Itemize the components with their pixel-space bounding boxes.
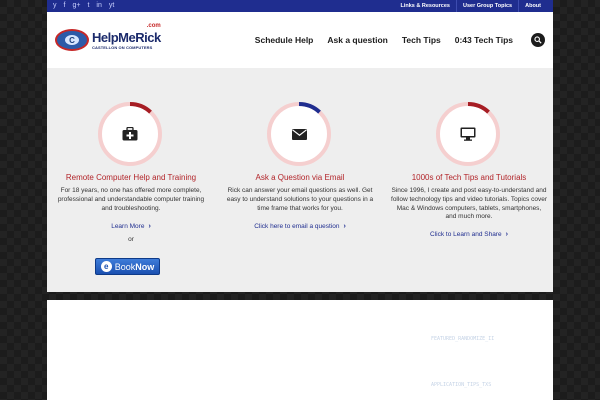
service-title: Ask a Question via Email [255, 173, 345, 182]
top-link-user-group[interactable]: User Group Topics [456, 0, 518, 12]
nav-ask-question[interactable]: Ask a question [327, 35, 387, 45]
chevron-right-icon: › [148, 223, 151, 230]
search-button[interactable] [531, 33, 545, 47]
top-bar: y f g+ t in yt Links & Resources User Gr… [47, 0, 553, 12]
top-link-resources[interactable]: Links & Resources [394, 0, 456, 12]
learn-more-link[interactable]: Learn More › [47, 223, 215, 230]
nav-043-tech-tips[interactable]: 0:43 Tech Tips [455, 35, 513, 45]
logo-badge-icon: C [55, 29, 89, 51]
site-header: C .com HelpMeRick CASTELLON ON COMPUTERS… [47, 12, 553, 68]
logo-tagline: CASTELLON ON COMPUTERS [92, 45, 153, 50]
youtube-icon[interactable]: y [53, 0, 57, 12]
service-title: 1000s of Tech Tips and Tutorials [411, 173, 527, 182]
tumblr-icon[interactable]: t [87, 0, 89, 12]
application-tag: APPLICATION_TIPS_TXS [431, 382, 492, 388]
top-links: Links & Resources User Group Topics Abou… [394, 0, 547, 12]
service-description: Rick can answer your email questions as … [226, 187, 374, 212]
learn-and-share-link[interactable]: Click to Learn and Share › [385, 231, 553, 238]
google-plus-icon[interactable]: g+ [72, 0, 80, 12]
social-links: y f g+ t in yt [53, 0, 114, 12]
featured-panel: FEATURED_RANDOMIZE_II APPLICATION_TIPS_T… [47, 300, 553, 400]
logo-name: HelpMeRick [92, 30, 161, 45]
nav-tech-tips[interactable]: Tech Tips [402, 35, 441, 45]
youtube-channel-icon[interactable]: yt [109, 0, 114, 12]
service-title: Remote Computer Help and Training [65, 173, 197, 182]
chevron-right-icon: › [505, 231, 508, 238]
top-link-about[interactable]: About [518, 0, 547, 12]
nav-schedule-help[interactable]: Schedule Help [255, 35, 314, 45]
service-description: For 18 years, no one has offered more co… [57, 187, 205, 212]
featured-tag: FEATURED_RANDOMIZE_II [431, 336, 495, 342]
monitor-icon [458, 124, 478, 144]
book-now-icon: e [100, 261, 112, 272]
linkedin-icon[interactable]: in [96, 0, 101, 12]
book-now-button[interactable]: e BookNow [95, 258, 160, 275]
service-description: Since 1996, I create and post easy-to-un… [391, 187, 547, 221]
chevron-right-icon: › [343, 223, 346, 230]
main-nav: Schedule Help Ask a question Tech Tips 0… [255, 33, 545, 47]
logo-dotcom: .com [146, 23, 161, 29]
or-separator: or [128, 236, 134, 243]
email-question-link[interactable]: Click here to email a question › [216, 223, 384, 230]
services-section: Remote Computer Help and Training For 18… [47, 68, 553, 292]
first-aid-kit-icon [120, 124, 140, 144]
search-icon [534, 36, 542, 44]
site-logo[interactable]: C .com HelpMeRick CASTELLON ON COMPUTERS [55, 20, 161, 60]
facebook-icon[interactable]: f [64, 0, 66, 12]
envelope-icon [289, 124, 309, 144]
